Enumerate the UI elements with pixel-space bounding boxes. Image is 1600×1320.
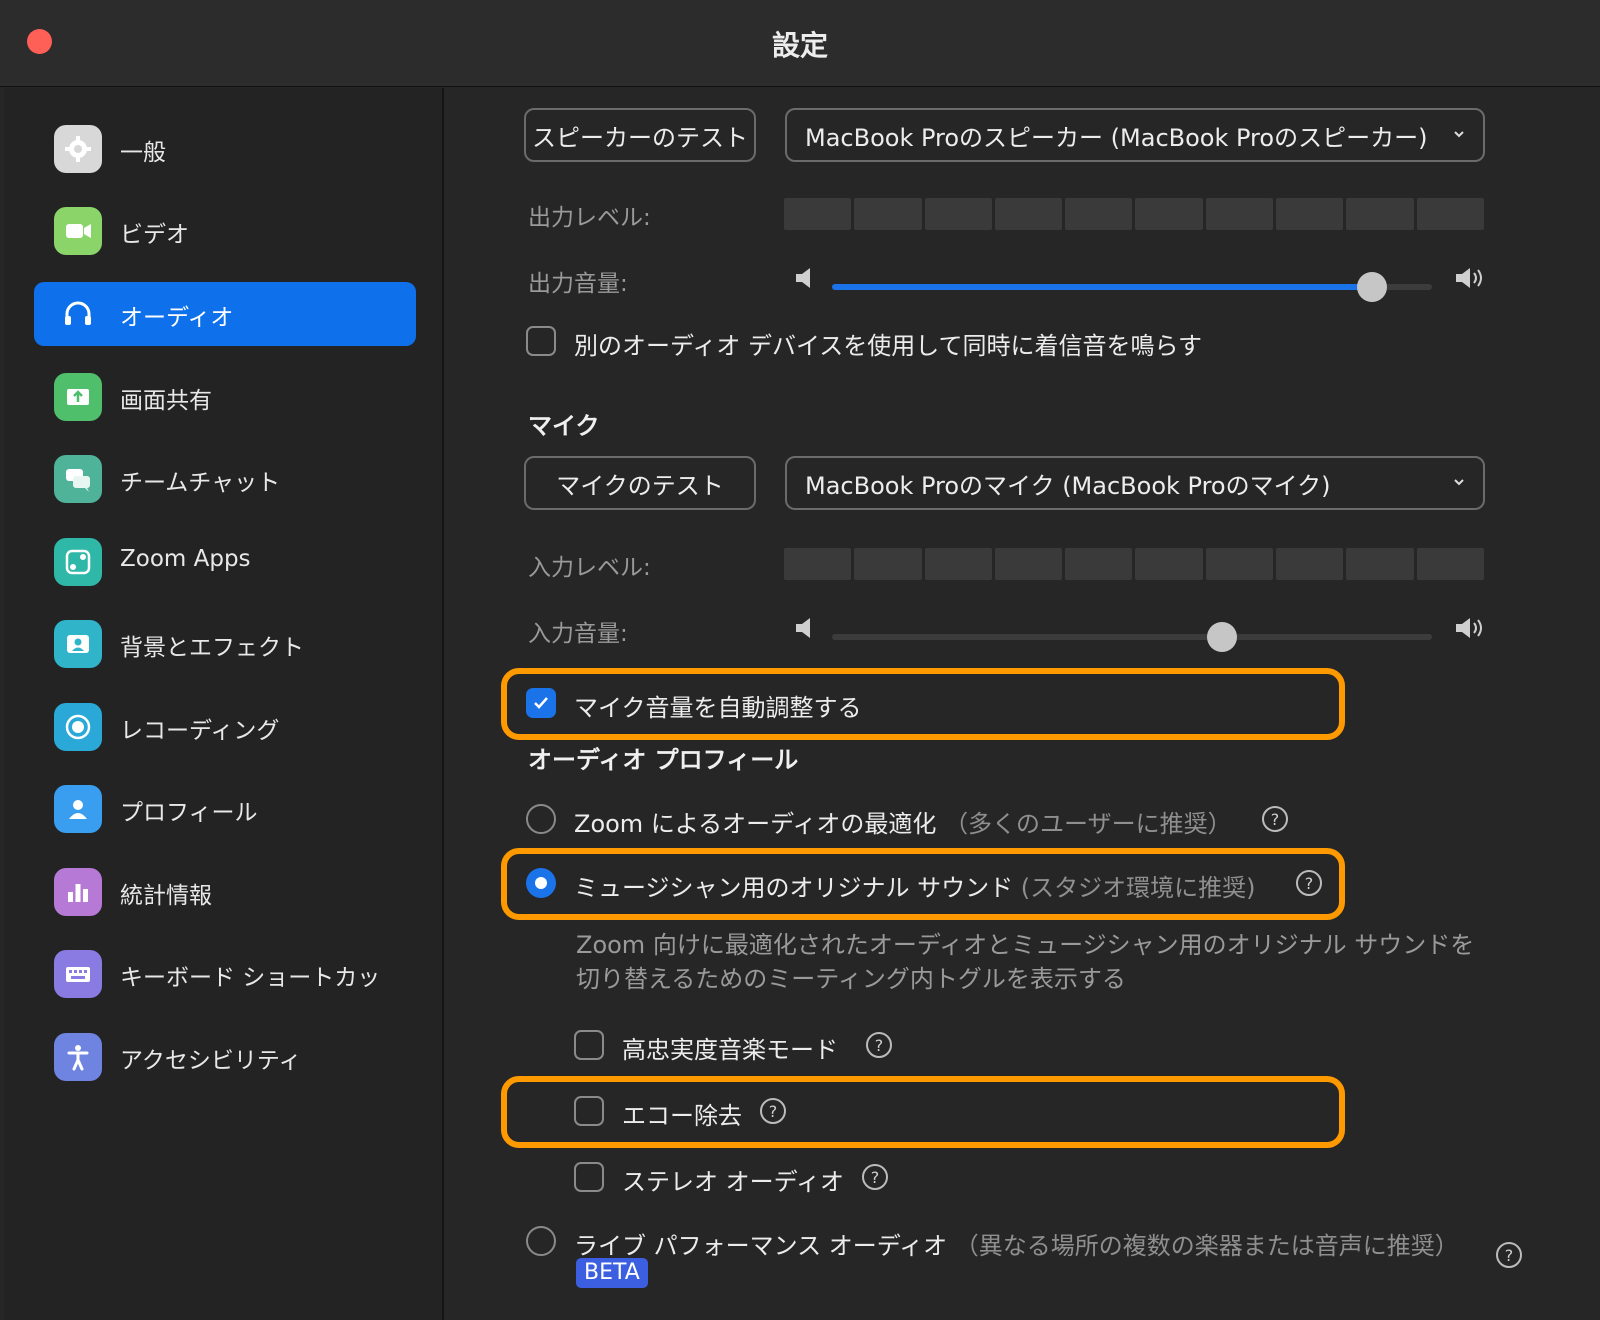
auto-adjust-mic-label: マイク音量を自動調整する xyxy=(574,694,862,722)
separate-ring-label: 別のオーディオ デバイスを使用して同時に着信音を鳴らす xyxy=(574,332,1203,360)
output-level-label: 出力レベル: xyxy=(528,205,651,231)
sidebar-item-recording[interactable]: レコーディング xyxy=(34,695,416,759)
original-sound-option: ミュージシャン用のオリジナル サウンド (スタジオ環境に推奨) xyxy=(574,868,1256,903)
help-icon[interactable]: ? xyxy=(862,1164,888,1190)
hifi-music-checkbox[interactable] xyxy=(574,1030,604,1060)
sidebar-item-team-chat[interactable]: チームチャット xyxy=(34,447,416,511)
sidebar-item-label: アクセシビリティ xyxy=(120,1048,302,1074)
sidebar-item-keyboard-shortcuts[interactable]: キーボード ショートカッ xyxy=(34,942,416,1006)
keyboard-icon xyxy=(54,950,102,998)
original-sound-radio[interactable] xyxy=(526,868,556,898)
video-camera-icon xyxy=(54,207,102,255)
speaker-device-value: MacBook Proのスピーカー (MacBook Proのスピーカー) xyxy=(805,123,1428,152)
stereo-audio-checkbox[interactable] xyxy=(574,1162,604,1192)
sidebar-item-label: ビデオ xyxy=(120,222,189,248)
live-performance-hint: （異なる場所の複数の楽器または音声に推奨） xyxy=(954,1232,1459,1260)
input-level-meter xyxy=(784,548,1484,580)
screen-share-icon xyxy=(54,373,102,421)
stereo-audio-label: ステレオ オーディオ xyxy=(622,1168,844,1196)
help-icon[interactable]: ? xyxy=(1496,1242,1522,1268)
input-volume-label: 入力音量: xyxy=(528,621,628,647)
sidebar-item-video[interactable]: ビデオ xyxy=(34,199,416,263)
sidebar-item-audio[interactable]: オーディオ xyxy=(34,282,416,346)
sidebar-item-label: キーボード ショートカッ xyxy=(120,965,381,991)
help-icon[interactable]: ? xyxy=(760,1098,786,1124)
volume-high-icon xyxy=(1456,268,1482,288)
chevron-down-icon xyxy=(1454,479,1464,486)
original-sound-hint: (スタジオ環境に推奨) xyxy=(1020,874,1256,902)
mic-section-heading: マイク xyxy=(528,412,600,440)
zoom-optimized-hint: （多くのユーザーに推奨） xyxy=(944,810,1232,838)
sidebar-item-label: チームチャット xyxy=(120,470,281,496)
output-level-meter xyxy=(784,198,1484,230)
mic-device-select[interactable]: MacBook Proのマイク (MacBook Proのマイク) xyxy=(785,456,1485,510)
volume-low-icon xyxy=(796,618,810,638)
sidebar-item-label: レコーディング xyxy=(120,718,280,744)
title-bar: 設定 xyxy=(0,0,1600,87)
record-icon xyxy=(54,703,102,751)
original-sound-label: ミュージシャン用のオリジナル サウンド xyxy=(574,874,1014,902)
sidebar-item-accessibility[interactable]: アクセシビリティ xyxy=(34,1025,416,1089)
sidebar-item-label: Zoom Apps xyxy=(120,546,251,572)
sidebar-item-general[interactable]: 一般 xyxy=(34,117,416,181)
volume-low-icon xyxy=(796,268,810,288)
sidebar-item-label: 画面共有 xyxy=(120,388,212,414)
profile-icon xyxy=(54,785,102,833)
test-speaker-button[interactable]: スピーカーのテスト xyxy=(524,108,756,162)
checkmark-icon xyxy=(534,697,548,709)
zoom-optimized-radio[interactable] xyxy=(526,804,556,834)
sidebar-item-screen-share[interactable]: 画面共有 xyxy=(34,365,416,429)
live-performance-option: ライブ パフォーマンス オーディオ （異なる場所の複数の楽器または音声に推奨） xyxy=(574,1226,1459,1261)
bar-chart-icon xyxy=(54,868,102,916)
speaker-device-select[interactable]: MacBook Proのスピーカー (MacBook Proのスピーカー) xyxy=(785,108,1485,162)
mic-device-value: MacBook Proのマイク (MacBook Proのマイク) xyxy=(805,471,1331,500)
headphones-icon xyxy=(54,290,102,338)
output-volume-fill xyxy=(832,284,1372,290)
apps-icon xyxy=(54,538,102,586)
sidebar-item-label: プロフィール xyxy=(120,800,258,826)
sidebar-item-label: 統計情報 xyxy=(120,883,212,909)
sidebar-item-label: 背景とエフェクト xyxy=(120,635,304,661)
original-sound-description: Zoom 向けに最適化されたオーディオとミュージシャン用のオリジナル サウンドを… xyxy=(576,931,1475,993)
beta-badge: BETA xyxy=(576,1258,648,1288)
audio-settings-panel: スピーカーのテスト MacBook Proのスピーカー (MacBook Pro… xyxy=(444,88,1600,1320)
settings-window: 設定 一般 ビデオ オーディオ 画面共有 チームチャット Zoom Apps 背… xyxy=(0,0,1600,1320)
gear-icon xyxy=(54,125,102,173)
sidebar-item-zoom-apps[interactable]: Zoom Apps xyxy=(34,530,416,594)
output-volume-thumb[interactable] xyxy=(1357,272,1387,302)
accessibility-icon xyxy=(54,1033,102,1081)
sidebar: 一般 ビデオ オーディオ 画面共有 チームチャット Zoom Apps 背景とエ… xyxy=(4,88,444,1320)
input-volume-thumb[interactable] xyxy=(1207,622,1237,652)
chat-bubbles-icon xyxy=(54,455,102,503)
auto-adjust-mic-checkbox[interactable] xyxy=(526,688,556,718)
volume-high-icon xyxy=(1456,618,1482,638)
sidebar-item-profile[interactable]: プロフィール xyxy=(34,777,416,841)
output-volume-label: 出力音量: xyxy=(528,271,628,297)
chevron-down-icon xyxy=(1454,131,1464,138)
help-icon[interactable]: ? xyxy=(1296,870,1322,896)
background-person-icon xyxy=(54,620,102,668)
help-icon[interactable]: ? xyxy=(1262,806,1288,832)
sidebar-item-label: 一般 xyxy=(120,140,166,166)
hifi-music-label: 高忠実度音楽モード xyxy=(622,1036,838,1064)
input-level-label: 入力レベル: xyxy=(528,555,651,581)
separate-ring-checkbox[interactable] xyxy=(526,326,556,356)
output-volume-slider[interactable] xyxy=(832,272,1432,302)
sidebar-item-label: オーディオ xyxy=(120,305,234,331)
zoom-optimized-option: Zoom によるオーディオの最適化 （多くのユーザーに推奨） xyxy=(574,804,1232,839)
window-title: 設定 xyxy=(771,29,828,62)
input-volume-slider[interactable] xyxy=(832,622,1432,652)
test-mic-button[interactable]: マイクのテスト xyxy=(524,456,756,510)
help-icon[interactable]: ? xyxy=(866,1032,892,1058)
live-performance-label: ライブ パフォーマンス オーディオ xyxy=(574,1232,948,1260)
echo-cancel-checkbox[interactable] xyxy=(574,1096,604,1126)
zoom-optimized-label: Zoom によるオーディオの最適化 xyxy=(574,810,937,838)
audio-profile-heading: オーディオ プロフィール xyxy=(528,746,799,774)
input-volume-fill xyxy=(832,634,1222,640)
sidebar-item-background-effects[interactable]: 背景とエフェクト xyxy=(34,612,416,676)
sidebar-item-statistics[interactable]: 統計情報 xyxy=(34,860,416,924)
echo-cancel-label: エコー除去 xyxy=(622,1102,742,1130)
live-performance-radio[interactable] xyxy=(526,1226,556,1256)
